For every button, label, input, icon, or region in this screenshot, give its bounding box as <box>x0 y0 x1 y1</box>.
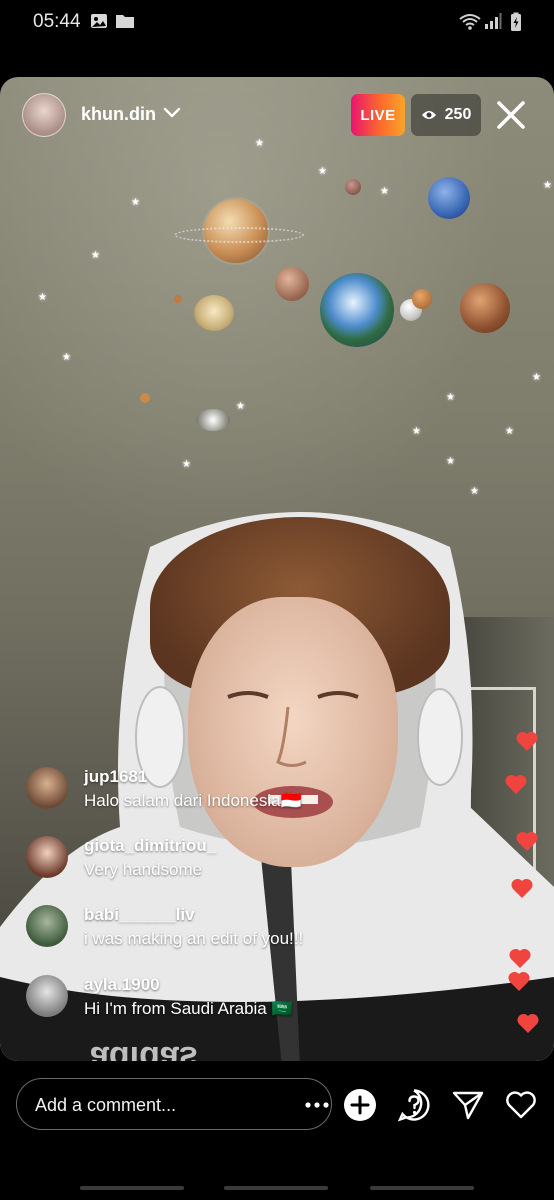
svg-text:adidas: adidas <box>90 1039 198 1061</box>
close-icon[interactable] <box>494 98 528 132</box>
signal-icon <box>485 13 502 29</box>
commenter-avatar[interactable] <box>26 975 68 1017</box>
chevron-down-icon[interactable] <box>163 106 181 120</box>
comment-text: Hi I'm from Saudi Arabia 🇸🇦 <box>84 999 293 1018</box>
folder-icon <box>116 15 134 28</box>
star-effect: ★ <box>318 166 327 177</box>
comment-username[interactable]: ayla.1900 <box>84 975 160 995</box>
face <box>188 597 398 867</box>
question-icon[interactable] <box>397 1088 431 1122</box>
heart-reaction-icon <box>517 1013 539 1033</box>
commenter-avatar[interactable] <box>26 905 68 947</box>
comment-input[interactable] <box>33 1091 277 1119</box>
viewer-count-badge[interactable]: 250 <box>411 94 481 136</box>
comment-username[interactable]: babi______liv <box>84 905 195 925</box>
comment-item[interactable]: giota_dimitriou_ Very handsome <box>26 836 466 880</box>
star-effect: ★ <box>470 486 479 497</box>
star-effect: ★ <box>182 459 191 470</box>
wifi-icon <box>459 14 481 30</box>
nav-gesture-bar <box>370 1186 474 1190</box>
planet-ring <box>174 227 304 243</box>
star-effect: ★ <box>412 426 421 437</box>
heart-icon[interactable] <box>504 1088 538 1122</box>
commenter-avatar[interactable] <box>26 767 68 809</box>
star-effect: ★ <box>38 292 47 303</box>
image-icon <box>91 14 107 28</box>
star-effect: ★ <box>255 138 264 149</box>
more-icon[interactable] <box>303 1095 331 1115</box>
live-label: LIVE <box>360 106 396 124</box>
nav-gesture-bar <box>80 1186 184 1190</box>
comment-item[interactable]: babi______liv i was making an edit of yo… <box>26 905 466 949</box>
comment-text: Very handsome <box>84 860 203 879</box>
mars-planet <box>412 289 432 309</box>
heart-reaction-icon <box>509 948 531 968</box>
star-effect: ★ <box>380 186 389 197</box>
viewer-count: 250 <box>444 106 472 123</box>
ceiling-lamp <box>194 295 234 331</box>
star-effect: ★ <box>532 372 541 383</box>
heart-reaction-icon <box>508 971 530 991</box>
status-time: 05:44 <box>33 11 81 32</box>
comment-item[interactable]: ayla.1900 Hi I'm from Saudi Arabia 🇸🇦 <box>26 975 466 1019</box>
eye-icon <box>421 111 436 119</box>
star-effect: ★ <box>62 352 71 363</box>
comment-item[interactable]: jup1681 Halo salam dari Indonesia🇮🇩 <box>26 767 466 811</box>
commenter-avatar[interactable] <box>26 836 68 878</box>
tiny-planet <box>140 393 150 403</box>
star-effect: ★ <box>543 180 552 191</box>
comment-text: Halo salam dari Indonesia🇮🇩 <box>84 791 302 810</box>
heart-reaction-icon <box>516 731 538 751</box>
battery-charging-icon <box>511 12 521 31</box>
planet <box>275 267 309 301</box>
heart-reaction-icon <box>516 831 538 851</box>
star-effect: ★ <box>446 456 455 467</box>
comment-username[interactable]: giota_dimitriou_ <box>84 836 216 856</box>
nav-gesture-bar <box>224 1186 328 1190</box>
live-badge: LIVE <box>351 94 405 136</box>
host-avatar[interactable] <box>22 93 66 137</box>
neptune-planet <box>428 177 470 219</box>
ceiling-light <box>196 409 230 431</box>
star-effect: ★ <box>236 401 245 412</box>
star-effect: ★ <box>505 426 514 437</box>
star-effect: ★ <box>446 392 455 403</box>
heart-reaction-icon <box>505 774 527 794</box>
tiny-planet <box>174 295 182 303</box>
earth-planet <box>320 273 394 347</box>
star-effect: ★ <box>131 197 140 208</box>
status-bar: 05:44 <box>0 0 554 46</box>
add-icon[interactable] <box>343 1088 377 1122</box>
heart-reaction-icon <box>511 878 533 898</box>
small-planet <box>345 179 361 195</box>
comment-username[interactable]: jup1681 <box>84 767 147 787</box>
comment-text: i was making an edit of you!!! <box>84 929 304 948</box>
star-effect: ★ <box>91 250 100 261</box>
jupiter-planet <box>460 283 510 333</box>
host-name[interactable]: khun.din <box>81 104 156 125</box>
send-icon[interactable] <box>451 1088 485 1122</box>
comment-input-container[interactable] <box>16 1078 332 1130</box>
